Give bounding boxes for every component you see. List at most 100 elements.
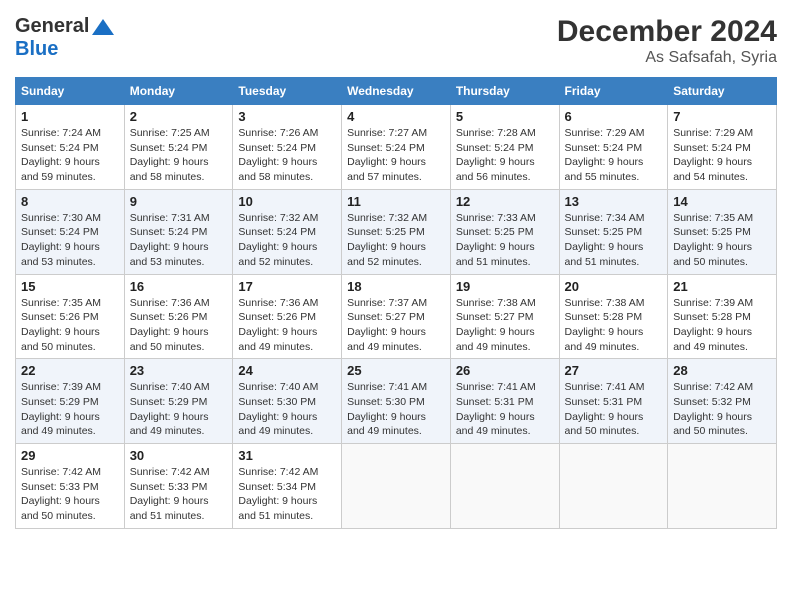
calendar-day-cell: 14 Sunrise: 7:35 AMSunset: 5:25 PMDayligh… [668,189,777,274]
day-info: Sunrise: 7:42 AMSunset: 5:34 PMDaylight:… [238,465,336,524]
day-number: 16 [130,279,228,294]
calendar-day-cell: 3 Sunrise: 7:26 AMSunset: 5:24 PMDaylight… [233,105,342,190]
calendar-day-cell: 26 Sunrise: 7:41 AMSunset: 5:31 PMDayligh… [450,359,559,444]
weekday-header-cell: Thursday [450,78,559,105]
logo-icon [92,19,114,35]
day-info: Sunrise: 7:40 AMSunset: 5:29 PMDaylight:… [130,380,228,439]
calendar-table: SundayMondayTuesdayWednesdayThursdayFrid… [15,77,777,529]
day-info: Sunrise: 7:42 AMSunset: 5:32 PMDaylight:… [673,380,771,439]
day-number: 27 [565,363,663,378]
calendar-day-cell [559,444,668,529]
calendar-day-cell: 27 Sunrise: 7:41 AMSunset: 5:31 PMDayligh… [559,359,668,444]
day-info: Sunrise: 7:32 AMSunset: 5:24 PMDaylight:… [238,211,336,270]
weekday-header-cell: Monday [124,78,233,105]
day-number: 17 [238,279,336,294]
weekday-header-cell: Saturday [668,78,777,105]
calendar-day-cell: 17 Sunrise: 7:36 AMSunset: 5:26 PMDayligh… [233,274,342,359]
day-info: Sunrise: 7:26 AMSunset: 5:24 PMDaylight:… [238,126,336,185]
calendar-day-cell: 20Sunrise: 7:38 AMSunset: 5:28 PMDayligh… [559,274,668,359]
calendar-day-cell: 31 Sunrise: 7:42 AMSunset: 5:34 PMDayligh… [233,444,342,529]
day-info: Sunrise: 7:33 AMSunset: 5:25 PMDaylight:… [456,211,554,270]
day-number: 8 [21,194,119,209]
calendar-day-cell: 28Sunrise: 7:42 AMSunset: 5:32 PMDayligh… [668,359,777,444]
day-number: 1 [21,109,119,124]
day-info: Sunrise: 7:42 AMSunset: 5:33 PMDaylight:… [21,465,119,524]
day-info: Sunrise: 7:35 AMSunset: 5:25 PMDaylight:… [673,211,771,270]
day-number: 7 [673,109,771,124]
calendar-week-row: 22 Sunrise: 7:39 AMSunset: 5:29 PMDayligh… [16,359,777,444]
day-number: 26 [456,363,554,378]
calendar-day-cell: 5 Sunrise: 7:28 AMSunset: 5:24 PMDaylight… [450,105,559,190]
day-number: 2 [130,109,228,124]
day-number: 23 [130,363,228,378]
calendar-day-cell [342,444,451,529]
day-info: Sunrise: 7:37 AMSunset: 5:27 PMDaylight:… [347,296,445,355]
calendar-day-cell: 24 Sunrise: 7:40 AMSunset: 5:30 PMDayligh… [233,359,342,444]
location-title: As Safsafah, Syria [557,49,777,67]
calendar-day-cell [450,444,559,529]
calendar-day-cell: 18 Sunrise: 7:37 AMSunset: 5:27 PMDayligh… [342,274,451,359]
calendar-day-cell [668,444,777,529]
weekday-header-row: SundayMondayTuesdayWednesdayThursdayFrid… [16,78,777,105]
day-info: Sunrise: 7:36 AMSunset: 5:26 PMDaylight:… [238,296,336,355]
day-number: 24 [238,363,336,378]
day-info: Sunrise: 7:29 AMSunset: 5:24 PMDaylight:… [565,126,663,185]
calendar-day-cell: 7Sunrise: 7:29 AMSunset: 5:24 PMDaylight… [668,105,777,190]
calendar-day-cell: 4 Sunrise: 7:27 AMSunset: 5:24 PMDaylight… [342,105,451,190]
day-number: 9 [130,194,228,209]
calendar-week-row: 15Sunrise: 7:35 AMSunset: 5:26 PMDayligh… [16,274,777,359]
calendar-day-cell: 1 Sunrise: 7:24 AMSunset: 5:24 PMDaylight… [16,105,125,190]
day-info: Sunrise: 7:27 AMSunset: 5:24 PMDaylight:… [347,126,445,185]
day-info: Sunrise: 7:32 AMSunset: 5:25 PMDaylight:… [347,211,445,270]
calendar-day-cell: 15Sunrise: 7:35 AMSunset: 5:26 PMDayligh… [16,274,125,359]
calendar-day-cell: 8Sunrise: 7:30 AMSunset: 5:24 PMDaylight… [16,189,125,274]
day-number: 31 [238,448,336,463]
day-number: 3 [238,109,336,124]
day-number: 18 [347,279,445,294]
weekday-header-cell: Sunday [16,78,125,105]
day-info: Sunrise: 7:40 AMSunset: 5:30 PMDaylight:… [238,380,336,439]
calendar-day-cell: 10 Sunrise: 7:32 AMSunset: 5:24 PMDayligh… [233,189,342,274]
logo-blue-text: Blue [15,38,58,60]
day-number: 14 [673,194,771,209]
day-number: 13 [565,194,663,209]
title-block: December 2024 As Safsafah, Syria [557,15,777,67]
calendar-day-cell: 2Sunrise: 7:25 AMSunset: 5:24 PMDaylight… [124,105,233,190]
calendar-day-cell: 22 Sunrise: 7:39 AMSunset: 5:29 PMDayligh… [16,359,125,444]
day-info: Sunrise: 7:35 AMSunset: 5:26 PMDaylight:… [21,296,119,355]
day-info: Sunrise: 7:41 AMSunset: 5:31 PMDaylight:… [456,380,554,439]
day-number: 5 [456,109,554,124]
day-number: 11 [347,194,445,209]
month-title: December 2024 [557,15,777,49]
day-info: Sunrise: 7:31 AMSunset: 5:24 PMDaylight:… [130,211,228,270]
day-number: 19 [456,279,554,294]
day-info: Sunrise: 7:34 AMSunset: 5:25 PMDaylight:… [565,211,663,270]
day-info: Sunrise: 7:24 AMSunset: 5:24 PMDaylight:… [21,126,119,185]
calendar-day-cell: 23 Sunrise: 7:40 AMSunset: 5:29 PMDayligh… [124,359,233,444]
day-info: Sunrise: 7:28 AMSunset: 5:24 PMDaylight:… [456,126,554,185]
calendar-day-cell: 19 Sunrise: 7:38 AMSunset: 5:27 PMDayligh… [450,274,559,359]
day-info: Sunrise: 7:41 AMSunset: 5:30 PMDaylight:… [347,380,445,439]
day-number: 21 [673,279,771,294]
day-info: Sunrise: 7:39 AMSunset: 5:29 PMDaylight:… [21,380,119,439]
day-info: Sunrise: 7:42 AMSunset: 5:33 PMDaylight:… [130,465,228,524]
weekday-header-cell: Friday [559,78,668,105]
day-number: 4 [347,109,445,124]
day-info: Sunrise: 7:38 AMSunset: 5:27 PMDaylight:… [456,296,554,355]
page-header: General Blue December 2024 As Safsafah, … [15,15,777,67]
calendar-day-cell: 6 Sunrise: 7:29 AMSunset: 5:24 PMDaylight… [559,105,668,190]
day-info: Sunrise: 7:36 AMSunset: 5:26 PMDaylight:… [130,296,228,355]
calendar-day-cell: 30 Sunrise: 7:42 AMSunset: 5:33 PMDayligh… [124,444,233,529]
day-info: Sunrise: 7:41 AMSunset: 5:31 PMDaylight:… [565,380,663,439]
day-number: 10 [238,194,336,209]
day-number: 25 [347,363,445,378]
day-number: 6 [565,109,663,124]
calendar-day-cell: 29Sunrise: 7:42 AMSunset: 5:33 PMDayligh… [16,444,125,529]
calendar-day-cell: 11 Sunrise: 7:32 AMSunset: 5:25 PMDayligh… [342,189,451,274]
day-number: 22 [21,363,119,378]
day-number: 12 [456,194,554,209]
calendar-week-row: 1 Sunrise: 7:24 AMSunset: 5:24 PMDaylight… [16,105,777,190]
day-info: Sunrise: 7:39 AMSunset: 5:28 PMDaylight:… [673,296,771,355]
day-number: 30 [130,448,228,463]
day-info: Sunrise: 7:38 AMSunset: 5:28 PMDaylight:… [565,296,663,355]
